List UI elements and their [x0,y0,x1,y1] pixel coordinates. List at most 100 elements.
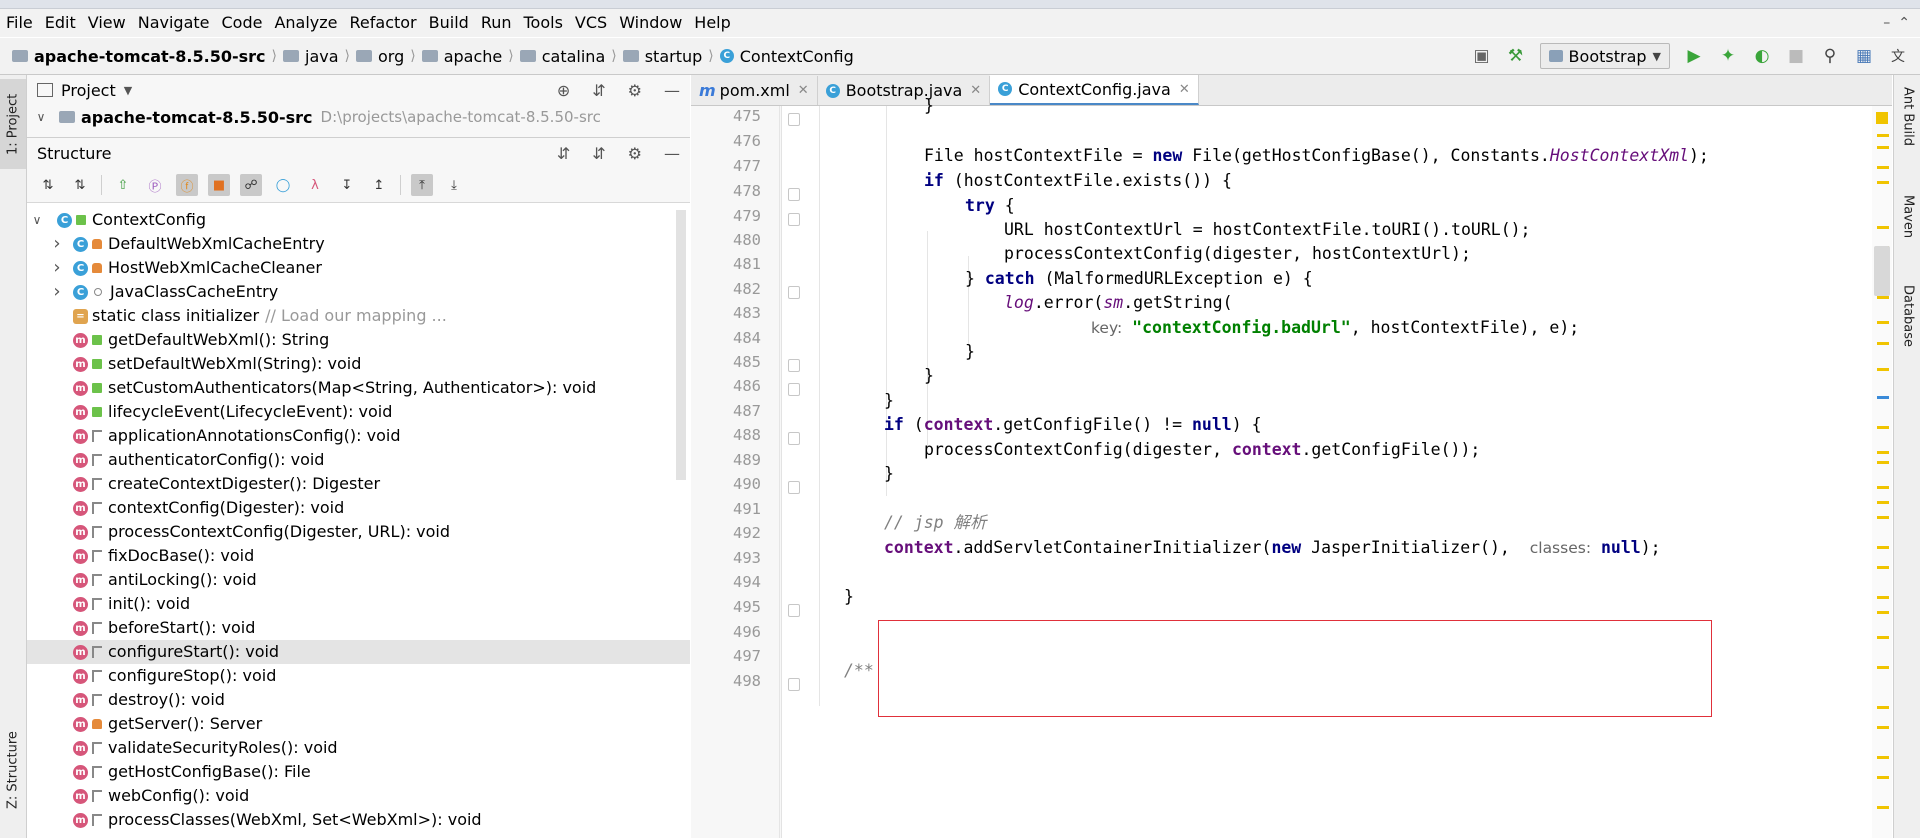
project-root-node[interactable]: ∨ apache-tomcat-8.5.50-src D:\projects\a… [27,105,690,129]
autoscroll-from-source-icon[interactable]: ⤓ [443,174,465,196]
structure-root-node[interactable]: ∨ C ContextConfig [27,208,690,232]
code-editor[interactable]: } File hostContextFile = new File(getHos… [779,96,1872,838]
project-panel-title[interactable]: Project [61,81,116,100]
stripe-caret-marker[interactable] [1877,396,1889,399]
gear-icon[interactable]: ⚙ [628,144,642,163]
stripe-marker[interactable] [1877,706,1889,709]
menu-tools[interactable]: Tools [518,9,569,37]
maven-tool-tab[interactable]: Maven [1896,195,1920,275]
structure-scrollbar[interactable] [676,210,686,480]
stripe-marker[interactable] [1877,611,1889,614]
error-stripe[interactable] [1872,106,1892,838]
chevron-right-icon[interactable]: › [49,280,65,304]
project-structure-icon[interactable]: ▦ [1854,46,1874,66]
structure-item[interactable]: › C HostWebXmlCacheCleaner [27,256,690,280]
chevron-down-icon[interactable]: ∨ [33,110,49,124]
stripe-marker[interactable] [1877,368,1889,371]
gear-icon[interactable]: ⚙ [628,81,642,100]
structure-item[interactable]: m getHostConfigBase(): File [27,760,690,784]
structure-item[interactable]: › C JavaClassCacheEntry [27,280,690,304]
stripe-marker[interactable] [1877,134,1889,137]
restore-icon[interactable]: ⌃ [1898,15,1910,31]
stripe-marker[interactable] [1877,146,1889,149]
collapse-all-icon[interactable]: ↥ [368,174,390,196]
menu-analyze[interactable]: Analyze [268,9,343,37]
structure-item[interactable]: m configureStart(): void [27,640,690,664]
structure-item[interactable]: m antiLocking(): void [27,568,690,592]
structure-item[interactable]: m contextConfig(Digester): void [27,496,690,520]
locate-icon[interactable]: ⊕ [557,81,570,100]
stripe-marker[interactable] [1877,596,1889,599]
breadcrumb-project[interactable]: apache-tomcat-8.5.50-src [34,47,266,66]
show-anonymous-icon[interactable]: ☍ [240,174,262,196]
structure-item[interactable]: m validateSecurityRoles(): void [27,736,690,760]
autoscroll-to-source-icon[interactable]: ⤒ [411,174,433,196]
stripe-marker[interactable] [1877,666,1889,669]
stop-icon[interactable]: ■ [1786,46,1806,66]
show-lambdas-icon[interactable]: λ [304,174,326,196]
structure-item[interactable]: m authenticatorConfig(): void [27,448,690,472]
chevron-right-icon[interactable]: › [49,232,65,256]
stripe-marker[interactable] [1877,461,1889,464]
structure-item[interactable]: m lifecycleEvent(LifecycleEvent): void [27,400,690,424]
chevron-down-icon[interactable]: ▼ [124,84,132,97]
breadcrumb-catalina[interactable]: catalina [542,47,606,66]
search-icon[interactable]: ⚲ [1820,46,1840,66]
tab-contextconfig-java[interactable]: C ContextConfig.java ✕ [990,75,1199,105]
collapse-all-icon[interactable]: ⇵ [592,144,605,163]
menu-run[interactable]: Run [475,9,518,37]
layout-icon[interactable]: ▣ [1472,46,1492,66]
chevron-right-icon[interactable]: › [49,256,65,280]
run-configuration-select[interactable]: Bootstrap ▼ [1539,43,1670,69]
editor-scroll-thumb[interactable] [1874,246,1890,296]
stripe-marker[interactable] [1877,166,1889,169]
structure-item[interactable]: m beforeStart(): void [27,616,690,640]
structure-item[interactable]: m configureStop(): void [27,664,690,688]
menu-code[interactable]: Code [216,9,269,37]
hide-icon[interactable]: — [664,144,680,163]
collapse-all-icon[interactable]: ⇵ [592,81,605,100]
breadcrumb-startup[interactable]: startup [645,47,703,66]
ant-build-tool-tab[interactable]: Ant Build [1896,87,1920,177]
stripe-marker[interactable] [1877,486,1889,489]
expand-all-icon[interactable]: ↧ [336,174,358,196]
stripe-marker[interactable] [1877,806,1889,809]
stripe-marker[interactable] [1877,566,1889,569]
show-non-public-icon[interactable]: ■ [208,174,230,196]
stripe-marker[interactable] [1877,501,1889,504]
stripe-marker[interactable] [1877,226,1889,229]
sort-alphabetically-icon[interactable]: ⇅ [69,174,91,196]
structure-item[interactable]: m createContextDigester(): Digester [27,472,690,496]
breadcrumb-java[interactable]: java [305,47,339,66]
stripe-marker[interactable] [1877,451,1889,454]
translate-icon[interactable]: 文 [1888,46,1908,66]
stripe-marker[interactable] [1877,516,1889,519]
stripe-marker[interactable] [1877,756,1889,759]
structure-item[interactable]: = static class initializer // Load our map… [27,304,690,328]
minimize-icon[interactable]: – [1883,15,1890,31]
menu-view[interactable]: View [82,9,132,37]
show-inherited-icon[interactable]: ⇧ [112,174,134,196]
menu-help[interactable]: Help [688,9,736,37]
chevron-down-icon[interactable]: ∨ [29,208,45,232]
structure-item[interactable]: m getDefaultWebXml(): String [27,328,690,352]
structure-item[interactable]: › C DefaultWebXmlCacheEntry [27,232,690,256]
menu-navigate[interactable]: Navigate [132,9,216,37]
sort-by-visibility-icon[interactable]: ⇅ [37,174,59,196]
menu-refactor[interactable]: Refactor [344,9,423,37]
stripe-marker[interactable] [1877,181,1889,184]
structure-item[interactable]: m fixDocBase(): void [27,544,690,568]
hide-icon[interactable]: — [664,81,680,100]
debug-icon[interactable]: ✦ [1718,46,1738,66]
menu-file[interactable]: File [0,9,39,37]
structure-item[interactable]: m setCustomAuthenticators(Map<String, Aut… [27,376,690,400]
breadcrumb-org[interactable]: org [378,47,404,66]
structure-tool-tab[interactable]: Z: Structure [0,715,26,825]
structure-item[interactable]: m getServer(): Server [27,712,690,736]
run-with-coverage-icon[interactable]: ◐ [1752,46,1772,66]
stripe-marker[interactable] [1877,296,1889,299]
structure-item[interactable]: m webConfig(): void [27,784,690,808]
stripe-marker[interactable] [1877,726,1889,729]
menu-window[interactable]: Window [613,9,688,37]
project-tool-tab[interactable]: 1: Project [0,79,26,169]
